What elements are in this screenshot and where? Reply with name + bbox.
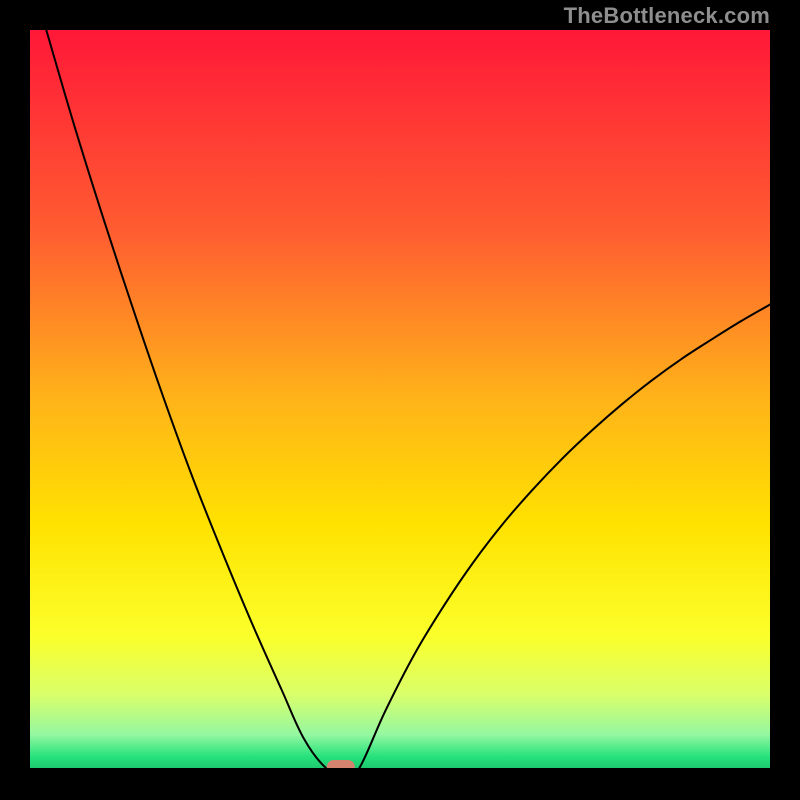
chart-stage: TheBottleneck.com (0, 0, 800, 800)
bottleneck-chart (30, 30, 770, 768)
watermark-text: TheBottleneck.com (564, 3, 770, 29)
optimum-marker (327, 760, 355, 768)
gradient-background (30, 30, 770, 768)
